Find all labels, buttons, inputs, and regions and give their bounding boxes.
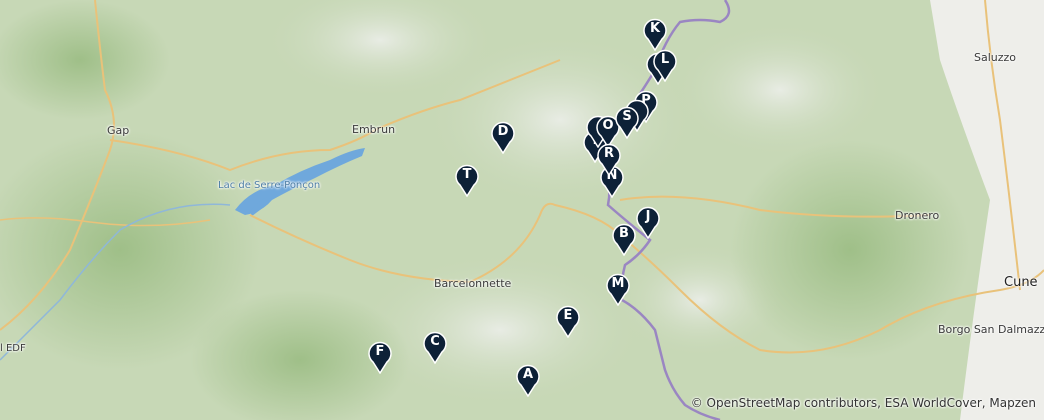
map-canvas[interactable]: Gap Embrun Lac de Serre-Ponçon Barcelonn… bbox=[0, 0, 1044, 420]
map-marker-m[interactable]: M bbox=[605, 272, 631, 306]
label-lac-de-serre-poncon: Lac de Serre-Ponçon bbox=[218, 180, 321, 191]
map-marker-f[interactable]: F bbox=[367, 340, 393, 374]
map-marker-k[interactable]: K bbox=[642, 17, 668, 51]
label-embrun: Embrun bbox=[352, 123, 396, 136]
map-marker-d[interactable]: D bbox=[490, 120, 516, 154]
label-borgo-san-dalmazzo: Borgo San Dalmazzo bbox=[938, 323, 1044, 336]
map-marker-t[interactable]: T bbox=[454, 163, 480, 197]
label-saluzzo: Saluzzo bbox=[974, 51, 1017, 64]
map-marker-e[interactable]: E bbox=[555, 304, 581, 338]
map-marker-a[interactable]: A bbox=[515, 363, 541, 397]
map-marker-l[interactable]: L bbox=[652, 48, 678, 82]
label-dronero: Dronero bbox=[895, 209, 940, 222]
map-marker-c[interactable]: C bbox=[422, 330, 448, 364]
label-cuneo: Cune bbox=[1004, 275, 1038, 290]
terrain-layer bbox=[0, 0, 1044, 420]
map-marker-s[interactable]: S bbox=[614, 105, 640, 139]
map-marker-r[interactable]: R bbox=[596, 142, 622, 176]
map-marker-j[interactable]: J bbox=[635, 205, 661, 239]
label-gap: Gap bbox=[107, 124, 130, 137]
label-barcelonnette: Barcelonnette bbox=[434, 277, 512, 290]
map-attribution[interactable]: © OpenStreetMap contributors, ESA WorldC… bbox=[691, 396, 1036, 410]
label-edf: l EDF bbox=[0, 343, 26, 354]
map-marker-b[interactable]: B bbox=[611, 222, 637, 256]
